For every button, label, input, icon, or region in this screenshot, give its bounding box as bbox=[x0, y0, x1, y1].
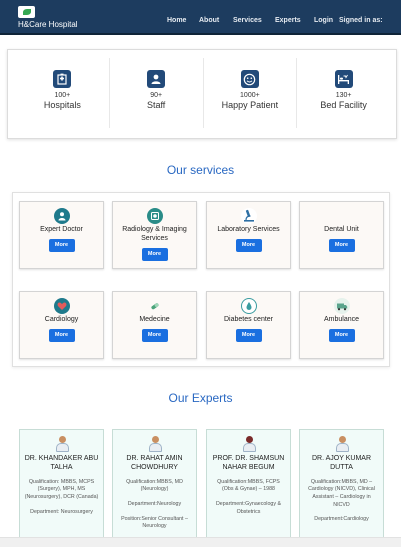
stat-count: 1000+ bbox=[240, 92, 260, 99]
service-card-expert-doctor: Expert Doctor More bbox=[19, 201, 104, 269]
stat-count: 130+ bbox=[335, 92, 352, 99]
doctor-icon bbox=[53, 208, 70, 224]
doctor-avatar-icon bbox=[242, 436, 256, 452]
service-title: Cardiology bbox=[44, 316, 79, 323]
services-heading: Our services bbox=[166, 163, 235, 177]
glucose-icon bbox=[240, 298, 257, 314]
doctor-qualification: Qualification:MBBS, MD (Neurology) bbox=[126, 478, 183, 493]
staff-icon bbox=[147, 70, 166, 88]
service-card-diabetes: Diabetes center More bbox=[206, 291, 291, 359]
stat-label: Bed Facility bbox=[320, 100, 367, 110]
more-button[interactable]: More bbox=[235, 328, 262, 342]
doctor-department: Department:Cardiology bbox=[314, 516, 369, 523]
more-button[interactable]: More bbox=[48, 238, 75, 252]
nav-login[interactable]: Login bbox=[314, 17, 333, 24]
horizontal-scrollbar[interactable] bbox=[0, 537, 401, 547]
doctor-position: Position:Senior Consultant – Neurology bbox=[121, 515, 188, 530]
nav-home[interactable]: Home bbox=[167, 17, 186, 24]
service-title: Radiology & Imaging Services bbox=[122, 226, 187, 242]
nav-about[interactable]: About bbox=[199, 17, 219, 24]
service-card-radiology: Radiology & Imaging Services More bbox=[112, 201, 197, 269]
doctor-avatar-icon bbox=[148, 436, 162, 452]
service-card-dental: Dental Unit More bbox=[299, 201, 384, 269]
service-card-medecine: Medecine More bbox=[112, 291, 197, 359]
stat-count: 90+ bbox=[150, 92, 163, 99]
doctor-qualification: Qualification: MBBS, MCPS (Surgery), MPH… bbox=[24, 478, 99, 500]
ambulance-icon bbox=[333, 298, 350, 314]
heart-icon bbox=[53, 298, 70, 314]
tooth-icon bbox=[334, 208, 350, 224]
nav-signed-in: Signed in as: bbox=[339, 17, 383, 24]
stat-staff: 90+ Staff bbox=[110, 58, 204, 128]
doctor-name: DR. KHANDAKER ABU TALHA bbox=[24, 455, 99, 471]
stat-bed-facility: 130+ Bed Facility bbox=[297, 58, 390, 128]
smiley-icon bbox=[240, 70, 259, 88]
doctor-qualification: Qualification:MBBS, MD – Cardiology (NIC… bbox=[308, 478, 375, 508]
stat-happy-patient: 1000+ Happy Patient bbox=[204, 58, 298, 128]
more-button[interactable]: More bbox=[328, 328, 355, 342]
stat-hospitals: 100+ Hospitals bbox=[16, 58, 110, 128]
experts-heading: Our Experts bbox=[168, 391, 233, 405]
doctor-department: Department: Neurosurgery bbox=[30, 508, 93, 515]
stat-label: Hospitals bbox=[43, 100, 81, 110]
brand-name: H&Care Hospital bbox=[18, 20, 78, 29]
service-title: Laboratory Services bbox=[217, 226, 280, 233]
doctor-avatar-icon bbox=[55, 436, 69, 452]
more-button[interactable]: More bbox=[328, 238, 355, 252]
expert-card-talha: DR. KHANDAKER ABU TALHA Qualification: M… bbox=[19, 429, 104, 547]
expert-card-shamsun: PROF. DR. SHAMSUN NAHAR BEGUM Qualificat… bbox=[206, 429, 291, 547]
nav-experts[interactable]: Experts bbox=[275, 17, 301, 24]
doctor-department: Department:Gynaecology & Obstetrics bbox=[215, 500, 282, 515]
stats-card: 100+ Hospitals 90+ Staff 1000+ Happy Pat… bbox=[7, 49, 397, 139]
service-title: Expert Doctor bbox=[40, 226, 83, 233]
service-title: Dental Unit bbox=[324, 226, 359, 233]
hospital-logo-icon bbox=[18, 6, 35, 18]
service-title: Diabetes center bbox=[223, 316, 274, 323]
service-card-cardiology: Cardiology More bbox=[19, 291, 104, 359]
expert-card-rahat: DR. RAHAT AMIN CHOWDHURY Qualification:M… bbox=[112, 429, 197, 547]
service-title: Ambulance bbox=[323, 316, 360, 323]
stat-count: 100+ bbox=[54, 92, 71, 99]
radiology-icon bbox=[146, 208, 163, 224]
doctor-department: Department:Neurology bbox=[127, 500, 182, 507]
microscope-icon bbox=[240, 208, 257, 224]
more-button[interactable]: More bbox=[141, 247, 168, 261]
stats-row: 100+ Hospitals 90+ Staff 1000+ Happy Pat… bbox=[16, 58, 390, 128]
more-button[interactable]: More bbox=[141, 328, 168, 342]
service-card-laboratory: Laboratory Services More bbox=[206, 201, 291, 269]
pill-icon bbox=[147, 298, 163, 314]
doctor-name: DR. AJOY KUMAR DUTTA bbox=[312, 455, 371, 471]
doctor-avatar-icon bbox=[335, 436, 349, 452]
service-title: Medecine bbox=[139, 316, 170, 323]
service-card-ambulance: Ambulance More bbox=[299, 291, 384, 359]
hospital-icon bbox=[53, 70, 72, 88]
more-button[interactable]: More bbox=[235, 238, 262, 252]
expert-card-ajoy: DR. AJOY KUMAR DUTTA Qualification:MBBS,… bbox=[299, 429, 384, 547]
brand[interactable]: H&Care Hospital bbox=[18, 6, 78, 29]
stat-label: Happy Patient bbox=[221, 100, 279, 110]
navbar: H&Care Hospital Home About Services Expe… bbox=[0, 0, 401, 35]
nav-services[interactable]: Services bbox=[233, 17, 262, 24]
doctor-qualification: Qualification:MBBS, FCPS (Obs & Gynae) –… bbox=[217, 478, 280, 493]
doctor-name: PROF. DR. SHAMSUN NAHAR BEGUM bbox=[212, 455, 285, 471]
bed-icon bbox=[334, 70, 353, 88]
stat-label: Staff bbox=[146, 100, 166, 110]
doctor-name: DR. RAHAT AMIN CHOWDHURY bbox=[126, 455, 183, 471]
more-button[interactable]: More bbox=[48, 328, 75, 342]
